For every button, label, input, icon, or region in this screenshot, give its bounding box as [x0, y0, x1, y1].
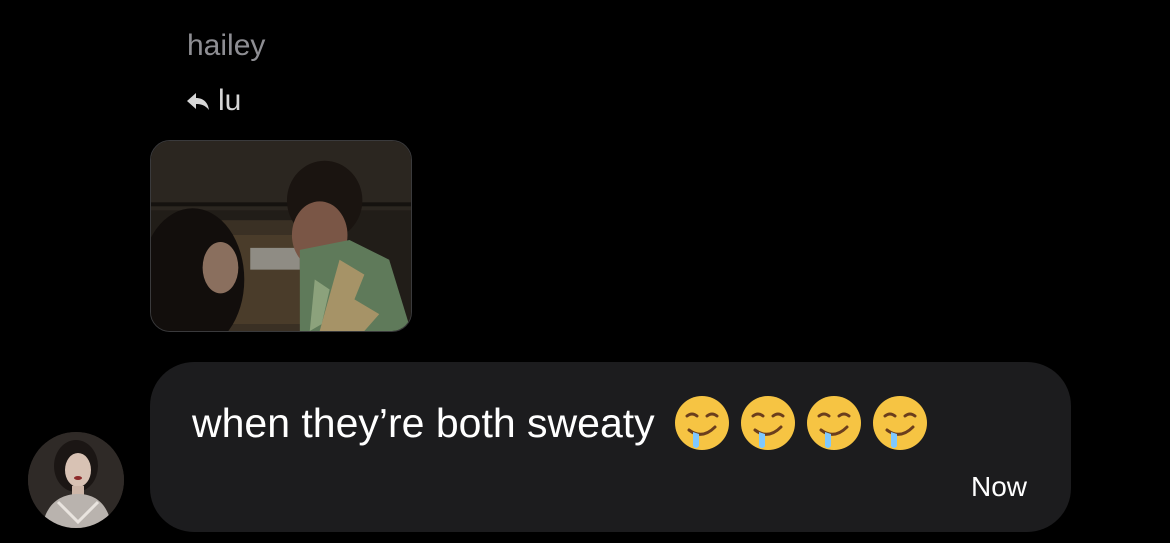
drooling-face-emoji: [806, 396, 861, 450]
message-bubble[interactable]: when they’re both sweaty Now: [150, 362, 1071, 532]
reply-arrow-icon: [186, 91, 210, 111]
profile-photo: [28, 432, 124, 528]
drooling-face-emoji: [872, 396, 927, 450]
message-text: when they’re both sweaty: [192, 400, 655, 446]
drooling-face-emoji: [674, 396, 729, 450]
quoted-image-thumbnail[interactable]: [150, 140, 412, 332]
sender-name: hailey: [187, 29, 266, 62]
reply-indicator[interactable]: lu: [186, 84, 241, 118]
movie-still-image: [151, 141, 411, 331]
reply-target-name: lu: [218, 84, 242, 117]
avatar[interactable]: [28, 432, 124, 528]
drooling-face-emoji: [740, 396, 795, 450]
message-timestamp: Now: [970, 471, 1027, 502]
